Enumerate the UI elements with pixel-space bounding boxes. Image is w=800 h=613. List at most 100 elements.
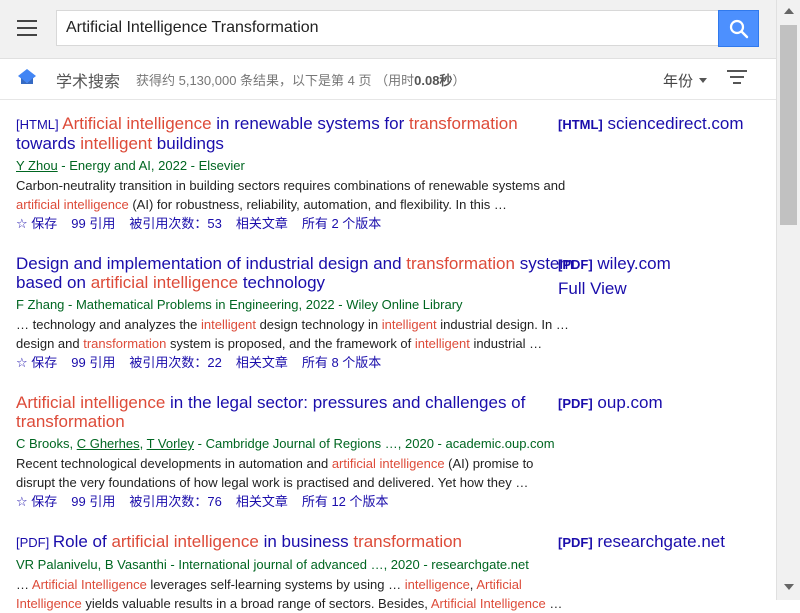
author-text: F Zhang - Mathematical Problems in Engin… [16, 297, 463, 312]
cited-by-link[interactable]: 被引用次数：76 [129, 494, 221, 509]
snippet-fragment: intelligent [201, 317, 256, 332]
search-input[interactable] [57, 11, 706, 45]
title-fragment[interactable]: in renewable systems for [212, 114, 409, 133]
result-title[interactable]: Artificial intelligence in the legal sec… [16, 393, 576, 431]
search-button[interactable] [718, 10, 759, 47]
author-link[interactable]: C Gherhes [77, 436, 140, 451]
result-side-link[interactable]: [PDF] oup.com [558, 393, 663, 413]
sort-icon[interactable] [727, 70, 747, 84]
author-link[interactable]: T Vorley [147, 436, 194, 451]
snippet-fragment: Recent technological developments in aut… [16, 456, 332, 471]
author-text: C Brooks [16, 436, 70, 451]
result-title[interactable]: [HTML] Artificial intelligence in renewa… [16, 114, 576, 153]
result-authors: C Brooks, C Gherhes, T Vorley - Cambridg… [16, 435, 576, 452]
top-bar [0, 0, 776, 59]
snippet-fragment: … [16, 577, 32, 592]
snippet-fragment: system is proposed, and the framework of [166, 336, 415, 351]
result-side-link[interactable]: [HTML] sciencedirect.com [558, 114, 744, 134]
result: Artificial intelligence in the legal sec… [16, 393, 576, 511]
cited-by-link[interactable]: 被引用次数：53 [129, 216, 221, 231]
all-versions-link[interactable]: 所有 12 个版本 [302, 494, 389, 509]
result: [HTML] Artificial intelligence in renewa… [16, 114, 576, 233]
cite-button[interactable]: 99 引用 [71, 355, 115, 370]
title-fragment[interactable]: transformation [353, 532, 462, 551]
title-fragment[interactable]: artificial intelligence [91, 273, 238, 292]
side-domain[interactable]: researchgate.net [597, 532, 725, 551]
scroll-up-arrow-icon[interactable] [784, 8, 794, 14]
cited-by-link[interactable]: 被引用次数：22 [129, 355, 221, 370]
sub-bar: 学术搜索 获得约 5,130,000 条结果，以下是第 4 页 （用时0.08秒… [0, 59, 776, 100]
result-snippet: … technology and analyzes the intelligen… [16, 315, 576, 353]
title-fragment[interactable]: Design and implementation of industrial … [16, 254, 406, 273]
result: [PDF] Role of artificial intelligence in… [16, 532, 576, 613]
result-stats: 获得约 5,130,000 条结果，以下是第 4 页 （用时0.08秒） [136, 73, 466, 88]
caret-down-icon [699, 77, 708, 83]
result-authors: VR Palanivelu, B Vasanthi - Internationa… [16, 556, 576, 573]
result-snippet: Recent technological developments in aut… [16, 454, 576, 492]
snippet-fragment: Artificial Intelligence [31, 577, 147, 592]
related-articles-link[interactable]: 相关文章 [236, 355, 288, 370]
snippet-fragment: design technology in [255, 317, 382, 332]
related-articles-link[interactable]: 相关文章 [236, 216, 288, 231]
title-fragment[interactable]: Role of [53, 532, 112, 551]
snippet-fragment: transformation [83, 336, 167, 351]
author-text: - Energy and AI, 2022 - Elsevier [57, 158, 245, 173]
author-text: - Cambridge Journal of Regions …, 2020 -… [194, 436, 555, 451]
title-fragment[interactable]: in business [259, 532, 354, 551]
save-button[interactable]: ☆ 保存 [16, 355, 57, 370]
result-side-link[interactable]: [PDF] researchgate.net [558, 532, 725, 552]
snippet-fragment: … [545, 596, 563, 611]
related-articles-link[interactable]: 相关文章 [236, 494, 288, 509]
cite-button[interactable]: 99 引用 [71, 216, 115, 231]
snippet-fragment: artificial intelligence [331, 456, 445, 471]
title-fragment[interactable]: technology [238, 273, 325, 292]
title-fragment[interactable]: artificial intelligence [111, 532, 258, 551]
menu-icon[interactable] [17, 20, 37, 36]
snippet-fragment: intelligent [381, 317, 437, 332]
scrollbar[interactable] [776, 0, 800, 600]
title-fragment[interactable]: transformation [16, 412, 125, 431]
title-fragment[interactable]: transformation [409, 114, 518, 133]
snippet-fragment: Artificial Intelligence [430, 596, 546, 611]
snippet-fragment: leverages self-learning systems by using… [146, 577, 405, 592]
result-title[interactable]: [PDF] Role of artificial intelligence in… [16, 532, 576, 552]
title-fragment[interactable]: Artificial intelligence [16, 393, 165, 412]
all-versions-link[interactable]: 所有 2 个版本 [302, 216, 381, 231]
scholar-logo-icon[interactable] [17, 68, 37, 88]
title-fragment[interactable]: intelligent [80, 134, 152, 153]
result-actions: ☆ 保存 99 引用 被引用次数：53 相关文章 所有 2 个版本 [16, 215, 576, 233]
scholar-title: 学术搜索 [56, 74, 121, 91]
author-link[interactable]: Y Zhou [16, 158, 58, 173]
scroll-down-arrow-icon[interactable] [784, 584, 794, 590]
result-authors: Y Zhou - Energy and AI, 2022 - Elsevier [16, 157, 576, 174]
snippet-fragment: … technology and analyzes the [16, 317, 202, 332]
author-text: , [69, 436, 77, 451]
title-fragment[interactable]: Artificial intelligence [62, 114, 211, 133]
result-authors: F Zhang - Mathematical Problems in Engin… [16, 296, 576, 313]
result-actions: ☆ 保存 99 引用 被引用次数：76 相关文章 所有 12 个版本 [16, 493, 576, 511]
title-fragment[interactable]: in the legal sector: pressures and chall… [165, 393, 525, 412]
title-fragment[interactable]: buildings [152, 134, 224, 153]
title-fragment[interactable]: towards [16, 134, 80, 153]
full-view-link[interactable]: Full View [558, 279, 671, 298]
author-text: , [139, 436, 147, 451]
all-versions-link[interactable]: 所有 8 个版本 [302, 355, 381, 370]
result-side-link[interactable]: [PDF] wiley.com Full View [558, 254, 671, 298]
year-filter-dropdown[interactable]: 年份 [663, 70, 708, 91]
save-button[interactable]: ☆ 保存 [16, 216, 57, 231]
side-format-tag: [PDF] [558, 535, 593, 550]
author-text: VR Palanivelu, B Vasanthi - Internationa… [16, 557, 529, 572]
side-domain[interactable]: sciencedirect.com [608, 114, 744, 133]
side-domain[interactable]: wiley.com [597, 254, 670, 273]
result-title[interactable]: Design and implementation of industrial … [16, 254, 576, 292]
search-box[interactable] [56, 10, 718, 46]
cite-button[interactable]: 99 引用 [71, 494, 115, 509]
side-format-tag: [PDF] [558, 257, 593, 272]
title-fragment[interactable]: transformation [406, 254, 515, 273]
snippet-fragment: yields valuable results in a broad range… [81, 596, 431, 611]
side-domain[interactable]: oup.com [597, 393, 662, 412]
result-actions: ☆ 保存 99 引用 被引用次数：22 相关文章 所有 8 个版本 [16, 354, 576, 372]
snippet-fragment: intelligent [414, 336, 470, 351]
scrollbar-thumb[interactable] [780, 25, 797, 225]
save-button[interactable]: ☆ 保存 [16, 494, 57, 509]
